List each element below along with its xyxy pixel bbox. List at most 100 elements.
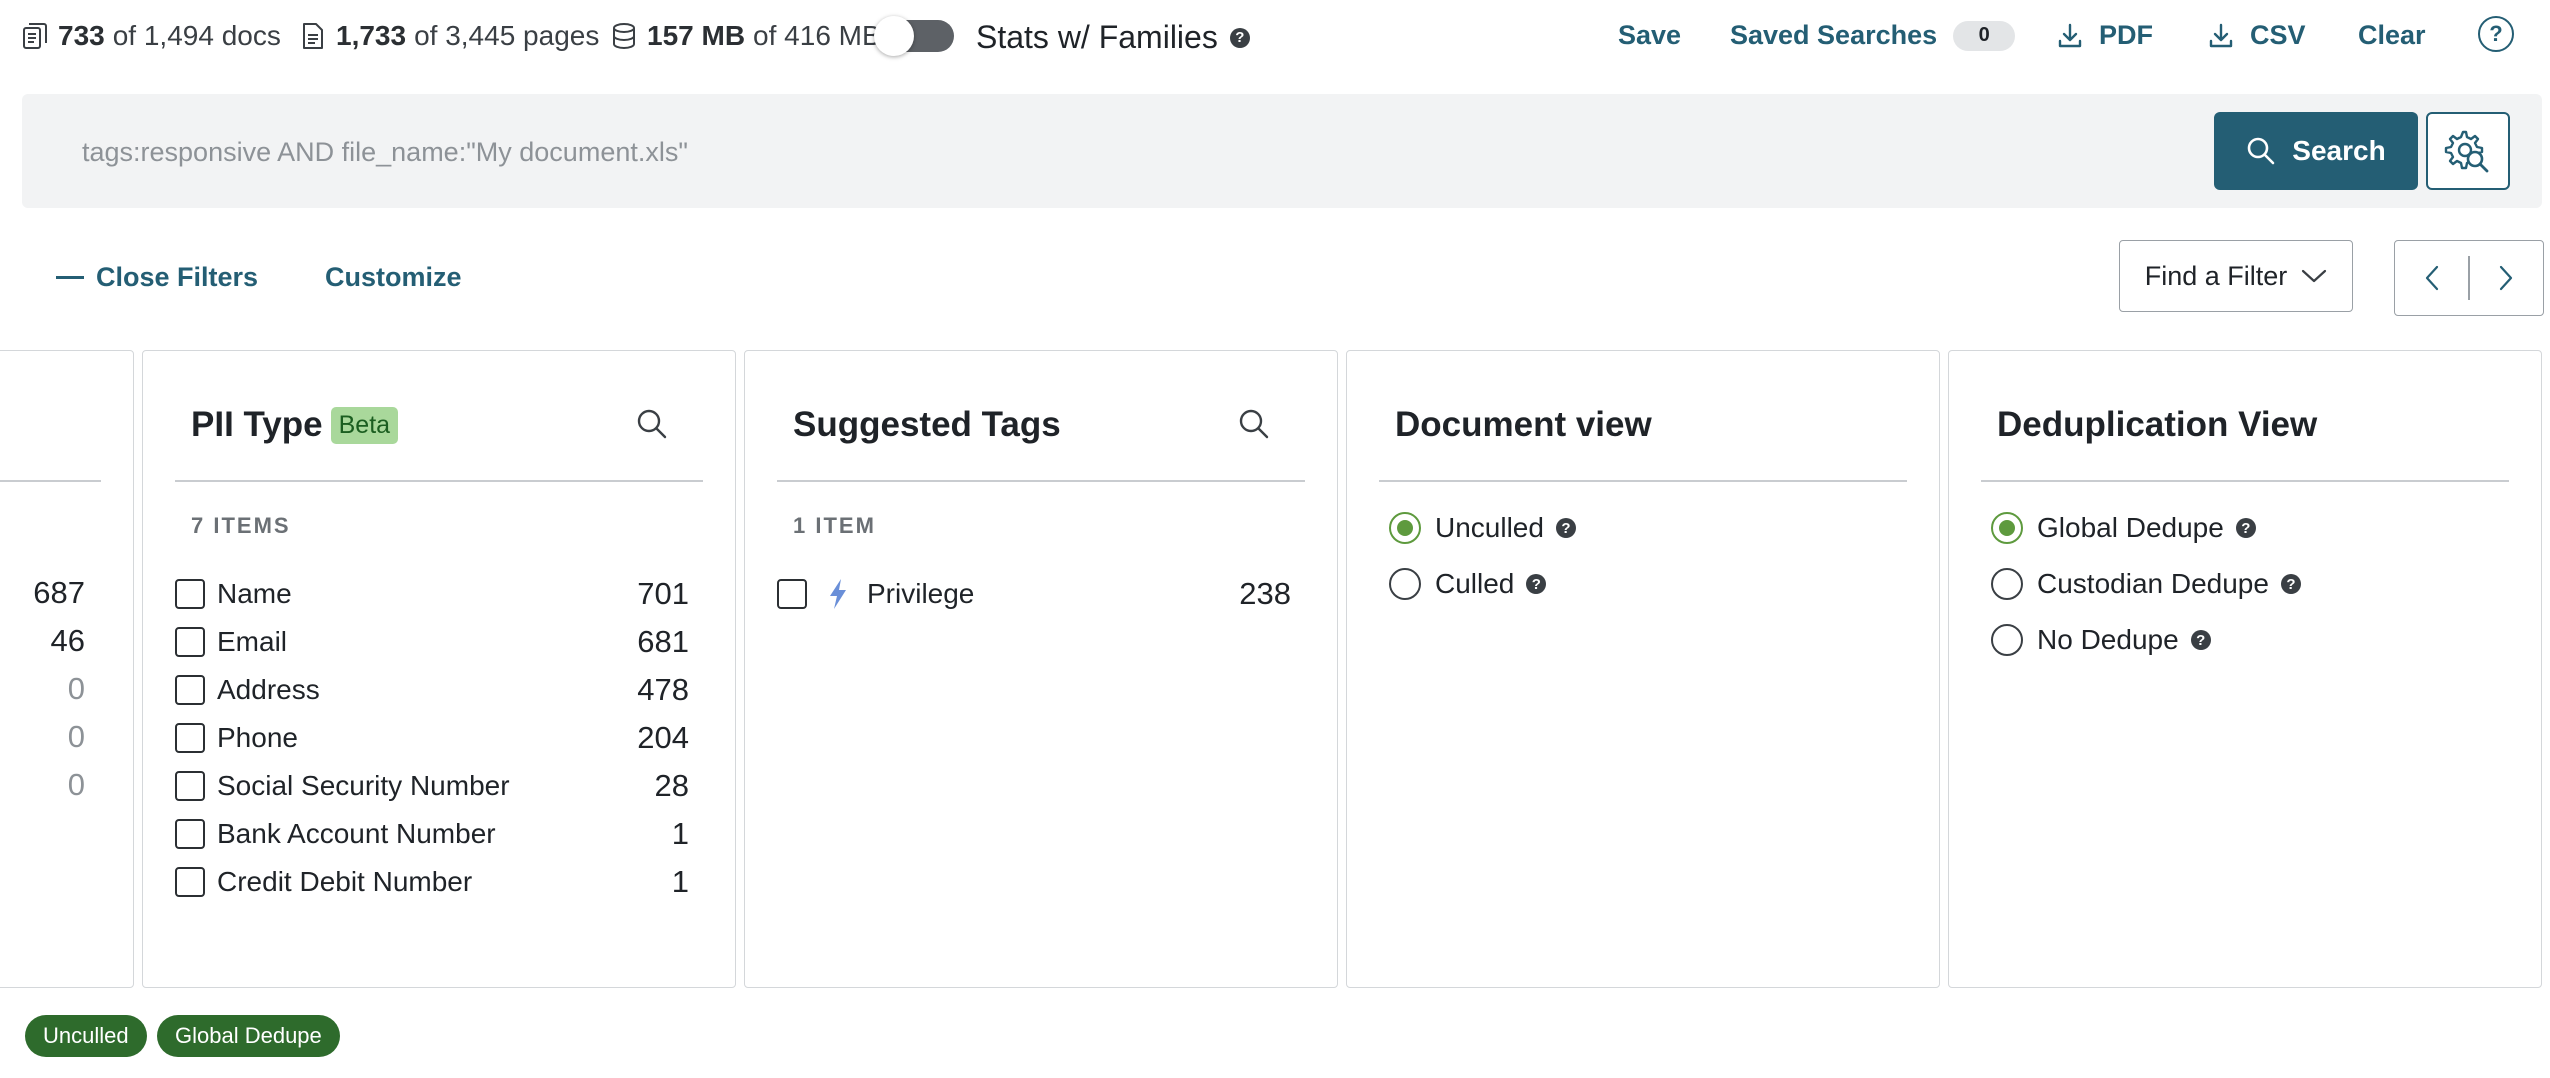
customize-button[interactable]: Customize [325, 262, 462, 293]
radio-option-no-dedupe[interactable]: No Dedupe ? [1991, 618, 2211, 662]
checkbox[interactable] [777, 579, 807, 609]
panel-divider [175, 480, 703, 482]
chevron-left-icon [2425, 265, 2438, 291]
checkbox[interactable] [175, 579, 205, 609]
toggle-knob [874, 16, 914, 56]
list-item[interactable]: Credit Debit Number 1 [175, 860, 689, 904]
help-icon[interactable]: ? [1229, 27, 1250, 48]
radio-button[interactable] [1991, 568, 2023, 600]
list-item[interactable]: Social Security Number 28 [175, 764, 689, 808]
search-icon [2247, 137, 2275, 165]
item-label: Social Security Number [217, 770, 510, 801]
partial-value: 0 [67, 719, 85, 754]
item-count: 478 [637, 672, 689, 707]
panel-divider [777, 480, 1305, 482]
clear-button[interactable]: Clear [2358, 20, 2426, 51]
docs-stat: 733 of 1,494 docs [22, 20, 281, 52]
families-toggle[interactable] [874, 16, 954, 56]
saved-searches-label: Saved Searches [1730, 20, 1938, 50]
help-icon[interactable]: ? [2190, 630, 2211, 650]
applied-filter-chip[interactable]: Global Dedupe [157, 1015, 340, 1057]
panel-title: Suggested Tags [793, 405, 1061, 444]
item-label: Privilege [867, 578, 975, 609]
list-item[interactable]: Email 681 [175, 620, 689, 664]
partial-value: 687 [33, 575, 85, 610]
panel-title: Deduplication View [1997, 405, 2318, 444]
download-icon [2209, 23, 2233, 47]
families-toggle-label-wrap: Stats w/ Families ? [976, 19, 1250, 56]
radio-option-unculled[interactable]: Unculled ? [1389, 506, 1576, 550]
checkbox[interactable] [175, 723, 205, 753]
partial-value: 0 [67, 671, 85, 706]
find-filter-dropdown[interactable]: Find a Filter [2119, 240, 2353, 312]
size-total: of 416 MB [753, 20, 881, 51]
radio-label: Global Dedupe [2037, 512, 2224, 543]
csv-download-button[interactable]: CSV [2206, 20, 2306, 51]
list-item[interactable]: Address 478 [175, 668, 689, 712]
item-label: Credit Debit Number [217, 866, 473, 897]
search-icon[interactable] [1237, 407, 1271, 441]
item-count: 238 [1239, 576, 1291, 611]
chevron-down-icon [2302, 269, 2327, 283]
save-button[interactable]: Save [1618, 20, 1681, 51]
checkbox[interactable] [175, 675, 205, 705]
applied-filter-chip[interactable]: Unculled [25, 1015, 147, 1057]
documents-stack-icon [23, 23, 47, 49]
advanced-search-button[interactable] [2426, 112, 2510, 190]
minus-icon [56, 276, 84, 279]
items-count: 1 ITEM [793, 513, 876, 538]
list-item[interactable]: Bank Account Number 1 [175, 812, 689, 856]
checkbox[interactable] [175, 819, 205, 849]
partial-filter-panel: 687 46 0 0 0 [0, 350, 134, 988]
saved-searches-button[interactable]: Saved Searches 0 [1730, 20, 2016, 51]
radio-option-custodian-dedupe[interactable]: Custodian Dedupe ? [1991, 562, 2301, 606]
radio-button[interactable] [1991, 624, 2023, 656]
help-icon[interactable]: ? [1526, 574, 1547, 594]
stats-bar: 733 of 1,494 docs 1,733 of 3,445 pages 1… [0, 0, 2550, 74]
radio-option-culled[interactable]: Culled ? [1389, 562, 1547, 606]
item-label: Email [217, 626, 288, 657]
search-input[interactable] [44, 94, 2254, 210]
size-stat: 157 MB of 416 MB [611, 20, 881, 52]
panel-title: Document view [1395, 405, 1652, 444]
radio-button[interactable] [1389, 512, 1421, 544]
pii-type-panel: PII Type Beta 7 ITEMS Name 701 Email 681… [142, 350, 736, 988]
list-item[interactable]: Name 701 [175, 572, 689, 616]
checkbox[interactable] [175, 627, 205, 657]
pages-total: of 3,445 pages [414, 20, 600, 51]
pdf-download-button[interactable]: PDF [2055, 20, 2153, 51]
pages-count: 1,733 [336, 20, 407, 51]
help-icon[interactable]: ? [1555, 518, 1576, 538]
list-item[interactable]: Phone 204 [175, 716, 689, 760]
partial-value: 0 [67, 767, 85, 802]
panel-divider [0, 480, 101, 482]
size-count: 157 MB [647, 20, 746, 51]
list-item[interactable]: Privilege 238 [777, 572, 1291, 616]
panel-divider [1981, 480, 2509, 482]
search-icon[interactable] [635, 407, 669, 441]
previous-button[interactable] [2395, 241, 2468, 315]
items-count: 7 ITEMS [191, 513, 291, 538]
docs-total: of 1,494 docs [112, 20, 281, 51]
radio-option-global-dedupe[interactable]: Global Dedupe ? [1991, 506, 2256, 550]
item-label: Address [217, 674, 320, 705]
checkbox[interactable] [175, 867, 205, 897]
help-circle-icon[interactable]: ? [2478, 16, 2514, 52]
saved-searches-count: 0 [1953, 20, 2016, 51]
search-button[interactable]: Search [2214, 112, 2418, 190]
radio-label: Unculled [1435, 512, 1544, 543]
next-button[interactable] [2470, 241, 2543, 315]
help-icon[interactable]: ? [2280, 574, 2301, 594]
radio-button[interactable] [1991, 512, 2023, 544]
help-icon[interactable]: ? [2235, 518, 2256, 538]
pages-stat: 1,733 of 3,445 pages [300, 20, 599, 52]
close-filters-button[interactable]: Close Filters [56, 262, 258, 293]
item-label: Name [217, 578, 292, 609]
search-bar [22, 94, 2542, 210]
suggested-tags-panel: Suggested Tags 1 ITEM Privilege 238 [744, 350, 1338, 988]
radio-button[interactable] [1389, 568, 1421, 600]
checkbox[interactable] [175, 771, 205, 801]
close-filters-label: Close Filters [96, 262, 259, 292]
item-label: Bank Account Number [217, 818, 496, 849]
panel-divider [1379, 480, 1907, 482]
